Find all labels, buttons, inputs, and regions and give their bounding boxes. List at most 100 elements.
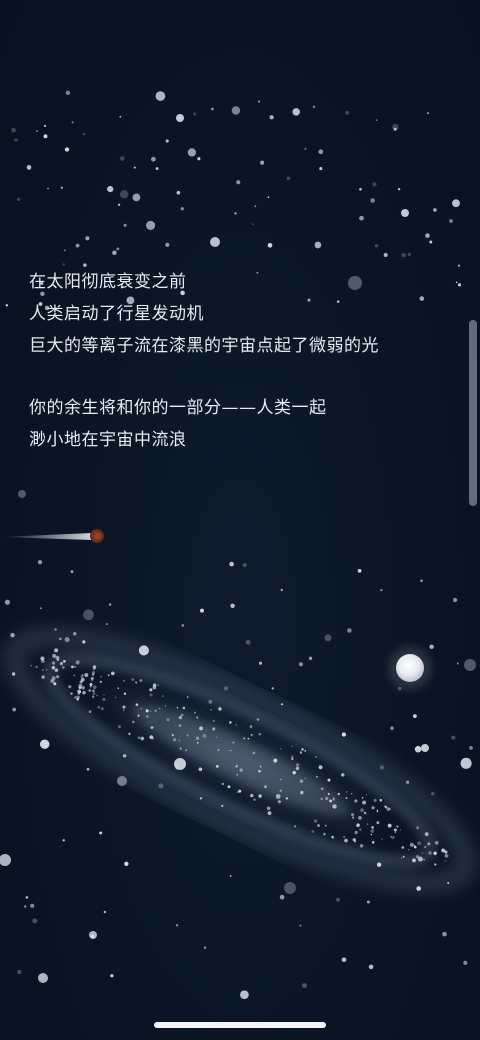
star-icon [107,674,110,677]
star-icon [308,656,313,660]
cosmos-screen: 在太阳彻底衰变之前 人类启动了行星发动机 巨大的等离子流在漆黑的宇宙点起了微弱的… [0,0,480,1040]
star-icon [254,205,257,208]
star-icon [158,783,164,789]
star-icon [138,645,149,656]
star-icon [373,798,377,802]
star-icon [408,848,410,851]
star-icon [451,735,456,740]
star-icon [379,765,384,770]
star-icon [63,249,66,252]
star-icon [452,597,458,603]
star-icon [203,946,207,949]
star-icon [452,199,460,208]
poem-line: 巨大的等离子流在漆黑的宇宙点起了微弱的光 [29,336,379,356]
star-icon [82,640,86,644]
star-icon [229,875,232,878]
star-icon [4,599,10,605]
star-icon [332,804,337,809]
star-icon [318,149,324,155]
star-icon [280,588,284,592]
star-icon [200,608,204,613]
star-icon [393,127,397,131]
star-icon [245,639,251,645]
star-icon [324,634,332,642]
star-icon [387,823,392,828]
star-icon [380,588,383,592]
star-icon [92,689,95,693]
galaxy-icon [3,627,477,893]
star-icon [341,732,347,737]
star-icon [38,973,48,983]
star-icon [99,680,102,683]
star-icon [299,924,302,927]
star-icon [267,811,272,816]
poem-line: 渺小地在宇宙中流浪 [29,430,187,450]
star-icon [12,707,16,712]
star-icon [419,296,425,301]
star-icon [0,854,11,866]
star-icon [368,964,374,970]
star-icon [186,696,189,698]
star-icon [92,692,96,696]
star-icon [420,579,423,582]
star-icon [174,758,186,770]
star-icon [393,828,397,832]
star-icon [110,974,114,978]
star-icon [383,253,388,257]
star-icon [304,147,307,150]
star-icon [290,745,293,748]
star-icon [39,739,50,749]
star-icon [409,842,414,847]
star-icon [157,684,160,687]
star-icon [117,776,127,786]
star-icon [85,236,90,241]
star-icon [135,681,138,684]
star-icon [312,105,316,108]
poem-line: 在太阳彻底衰变之前 [29,272,187,292]
star-icon [119,190,129,199]
star-icon [397,187,401,191]
star-icon [343,836,345,838]
star-icon [210,237,220,247]
star-icon [416,886,421,891]
star-icon [417,856,423,862]
star-icon [92,685,97,690]
star-icon [54,648,59,653]
star-icon [414,745,422,753]
star-icon [73,631,77,636]
star-icon [73,674,76,677]
star-icon [99,831,103,835]
poem-line: 人类启动了行星发动机 [29,304,204,324]
star-icon [39,607,42,610]
star-icon [292,108,300,116]
star-icon [193,112,197,116]
star-icon [359,187,362,191]
home-indicator[interactable] [154,1022,326,1028]
star-icon [444,853,449,858]
star-icon [86,767,90,771]
star-icon [457,264,461,267]
star-icon [230,603,235,609]
star-icon [267,242,273,248]
star-icon [30,903,35,908]
star-icon [75,243,80,248]
scrollbar[interactable] [469,320,477,506]
star-icon [71,121,74,124]
star-icon [257,100,261,103]
star-icon [82,132,86,136]
star-icon [176,190,181,195]
star-icon [122,754,127,758]
star-icon [434,863,437,866]
star-icon [5,304,8,307]
star-icon [359,215,364,221]
star-icon [70,570,74,573]
star-icon [366,900,371,904]
star-icon [165,242,170,247]
star-icon [242,563,247,568]
star-icon [37,559,43,565]
star-icon [401,209,409,217]
star-icon [345,110,350,115]
star-icon [32,918,38,924]
star-icon [88,689,92,692]
star-icon [463,960,468,966]
